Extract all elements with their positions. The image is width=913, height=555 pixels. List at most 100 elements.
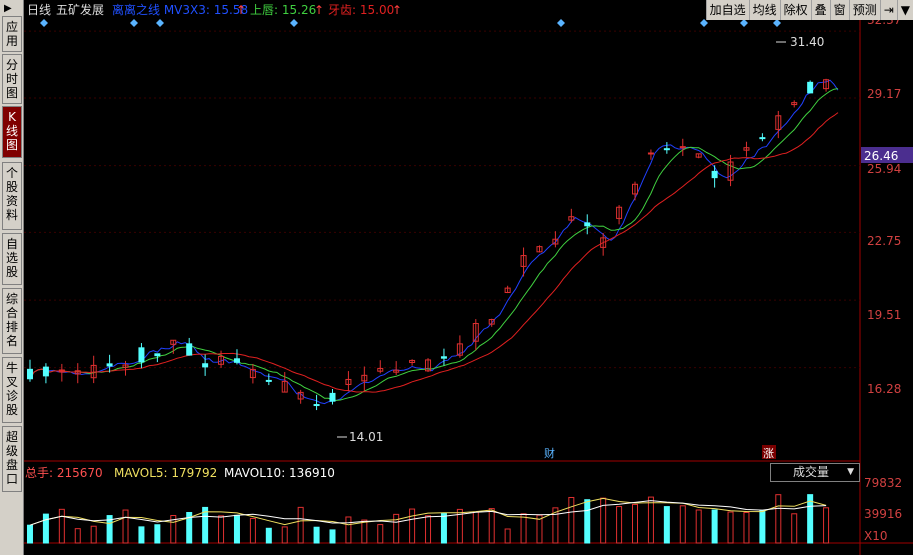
volume-bar — [361, 519, 368, 544]
volume-bar — [409, 508, 416, 544]
add-watchlist-button[interactable]: 加自选 — [705, 0, 749, 20]
volume-tick: 39916 — [864, 507, 902, 521]
candle-body — [807, 81, 814, 94]
forecast-button[interactable]: 预测 — [848, 0, 880, 20]
sidebar-item-super-quote[interactable]: 超级盘口 — [2, 426, 22, 492]
volume-unit-label: X10 — [864, 529, 888, 543]
price-tick: 16.28 — [867, 382, 901, 396]
volume-bar — [154, 524, 161, 544]
volume-bar — [584, 499, 591, 544]
volume-ma-lines — [29, 497, 827, 526]
volume-bar — [632, 503, 639, 544]
sidebar-item-stock-info[interactable]: 个股资料 — [2, 162, 22, 230]
candle-body — [265, 379, 272, 382]
max-price-label: 31.40 — [790, 35, 824, 49]
event-marker-finance: 财 — [544, 446, 555, 460]
indicator-mv-label: 离离之线 MV3X3: 15.58 — [112, 2, 248, 17]
candle-body — [647, 152, 654, 155]
candle-body — [106, 363, 113, 367]
price-tick: 29.17 — [867, 87, 901, 101]
window-button[interactable]: 窗 — [829, 0, 849, 20]
volume-indicator-select[interactable]: 成交量 ▼ — [770, 463, 860, 482]
volume-bar — [393, 513, 400, 544]
volume-bar — [616, 506, 623, 544]
overlay-button[interactable]: 叠 — [810, 0, 830, 20]
candle-body — [711, 170, 718, 179]
volume-bar — [281, 526, 288, 544]
sidebar-item-apps[interactable]: 应用 — [2, 16, 22, 52]
volume-ma10-label: MAVOL10: 136910 — [224, 466, 335, 480]
moving-average-line — [29, 88, 839, 401]
volume-bar — [377, 524, 384, 544]
volume-axis: 79832 39916 X10 — [864, 476, 902, 543]
volume-total-label: 总手: 215670 — [25, 466, 103, 480]
chevron-down-icon: ▼ — [847, 467, 854, 477]
ex-rights-button[interactable]: 除权 — [779, 0, 811, 20]
event-marker-icon — [40, 19, 48, 27]
exit-icon[interactable]: ⇥ — [879, 0, 897, 20]
volume-bar — [711, 509, 718, 544]
volume-bar — [488, 508, 495, 544]
volume-bar — [90, 525, 97, 544]
event-marker-icon — [290, 19, 298, 27]
price-tick: 25.94 — [867, 162, 901, 176]
volume-bar — [249, 517, 256, 544]
volume-bar — [138, 526, 145, 544]
volume-bar — [759, 509, 766, 544]
price-grid — [24, 30, 860, 369]
moving-average-button[interactable]: 均线 — [748, 0, 780, 20]
price-tick: 22.75 — [867, 234, 901, 248]
sidebar-item-kline[interactable]: K线图 — [2, 106, 22, 158]
volume-header: 总手: 215670 MAVOL5: 179792 MAVOL10: 13691… — [25, 466, 335, 480]
period-label: 日线 — [27, 3, 51, 17]
candle-body — [663, 148, 670, 151]
volume-tick: 79832 — [864, 476, 902, 490]
upper-lip-label: 上唇: 15.26 — [250, 3, 316, 17]
up-arrow-icon: ↑ — [236, 3, 246, 17]
volume-bar — [791, 513, 798, 544]
volume-bar — [74, 528, 81, 544]
volume-bar — [122, 509, 129, 544]
volume-bar — [472, 511, 479, 544]
volume-bar — [345, 516, 352, 544]
candle-body — [42, 366, 49, 377]
toolbar: 加自选 均线 除权 叠 窗 预测 ⇥ ▼ — [705, 0, 913, 20]
volume-bar — [218, 515, 225, 544]
sidebar-item-intraday[interactable]: 分时图 — [2, 54, 22, 104]
up-arrow-icon: ↑ — [314, 3, 324, 17]
sidebar-item-ranking[interactable]: 综合排名 — [2, 288, 22, 354]
event-marker-icon — [557, 19, 565, 27]
volume-bar — [58, 508, 65, 544]
price-tick: 19.51 — [867, 308, 901, 322]
event-marker-icon — [130, 19, 138, 27]
volume-bar — [743, 511, 750, 544]
volume-bar — [42, 513, 49, 544]
moving-average-line — [29, 112, 839, 393]
moving-average-line — [29, 79, 839, 405]
volume-bar — [329, 529, 336, 544]
sidebar: ▶ 应用 分时图 K线图 个股资料 自选股 综合排名 牛叉诊股 超级盘口 — [0, 0, 24, 555]
candle-body — [26, 368, 33, 380]
candle-body — [584, 222, 591, 227]
collapse-icon[interactable]: ▶ — [4, 3, 12, 14]
moving-average-lines — [29, 79, 839, 405]
volume-bar — [647, 496, 654, 544]
event-marker-limit-up: 涨 — [763, 447, 774, 460]
candle-body — [313, 404, 320, 407]
volume-bar — [425, 515, 432, 544]
volume-bar — [313, 526, 320, 544]
volume-indicator-value: 成交量 — [793, 465, 830, 479]
event-marker-icon — [156, 19, 164, 27]
volume-bar — [727, 511, 734, 544]
candle-body — [154, 353, 161, 357]
dropdown-menu-icon[interactable]: ▼ — [896, 0, 913, 20]
volume-bar — [504, 528, 511, 544]
up-arrow-icon: ↑ — [392, 3, 402, 17]
tooth-label: 牙齿: 15.00 — [328, 3, 394, 17]
volume-bar — [663, 506, 670, 544]
volume-bar — [233, 514, 240, 544]
candle-body — [202, 363, 209, 368]
sidebar-item-diagnosis[interactable]: 牛叉诊股 — [2, 357, 22, 423]
candle-body — [138, 347, 145, 363]
sidebar-item-watchlist[interactable]: 自选股 — [2, 233, 22, 285]
